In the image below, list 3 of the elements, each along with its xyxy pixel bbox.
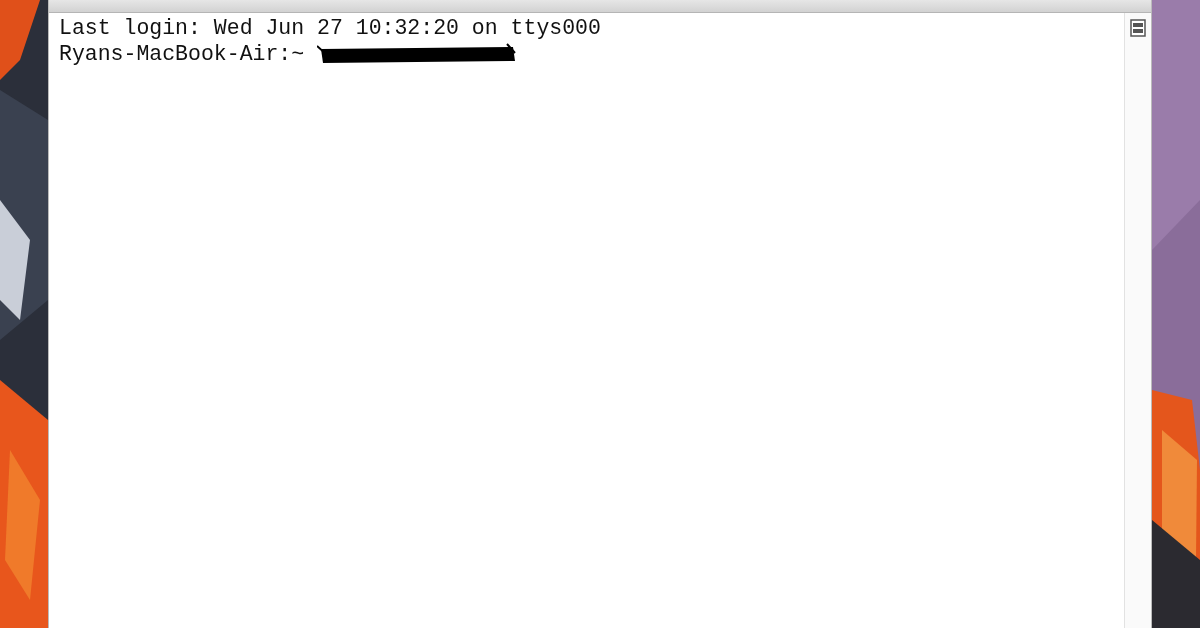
terminal-prompt: Ryans-MacBook-Air:~ (59, 41, 306, 67)
terminal-line: Last login: Wed Jun 27 10:32:20 on ttys000 (59, 16, 601, 41)
split-pane-icon[interactable] (1130, 19, 1146, 37)
